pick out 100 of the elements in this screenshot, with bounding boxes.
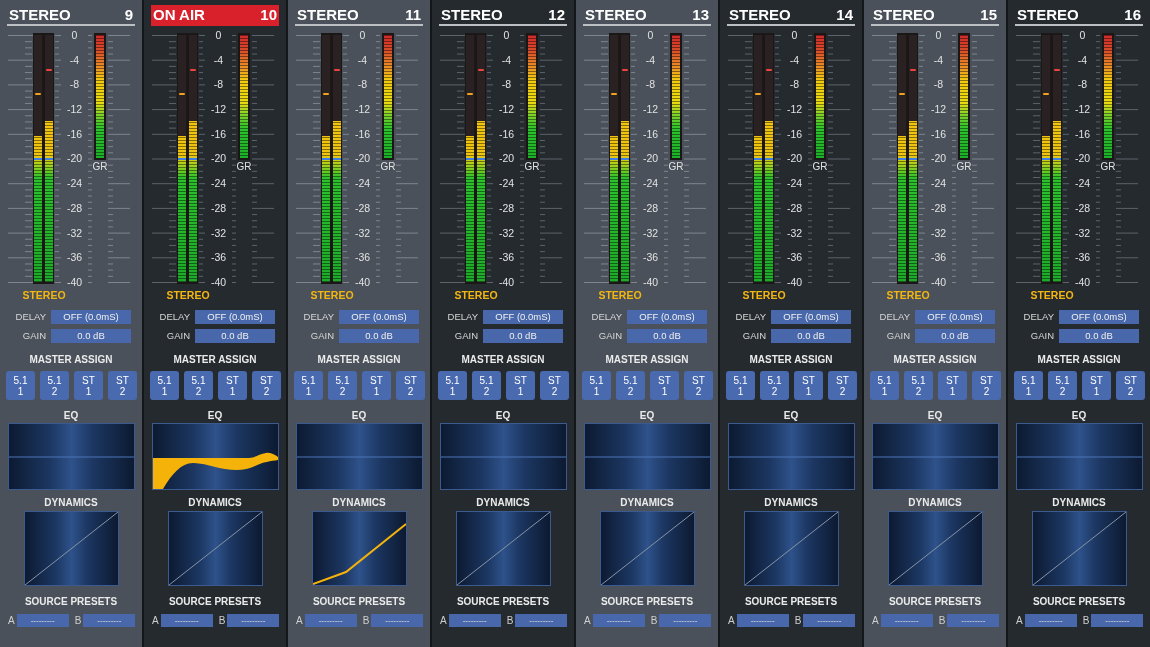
preset-selector[interactable]: --------- <box>227 614 280 627</box>
master-assign-button[interactable]: 5.1 2 <box>904 371 933 400</box>
scale-label: -4 <box>357 53 368 66</box>
master-assign-button[interactable]: 5.1 1 <box>6 371 35 400</box>
delay-label: DELAY <box>159 311 190 323</box>
delay-field[interactable]: OFF (0.0mS) <box>483 310 563 324</box>
preset-label: B <box>218 614 226 627</box>
master-assign-button[interactable]: 5.1 1 <box>870 371 899 400</box>
gain-field[interactable]: 0.0 dB <box>195 329 275 343</box>
delay-field[interactable]: OFF (0.0mS) <box>1059 310 1139 324</box>
delay-field[interactable]: OFF (0.0mS) <box>339 310 419 324</box>
scale-label: -36 <box>210 251 227 264</box>
master-assign-button[interactable]: ST 1 <box>362 371 391 400</box>
scale-label: 0 <box>1079 29 1086 41</box>
gain-field[interactable]: 0.0 dB <box>1059 329 1139 343</box>
section-heading: DYNAMICS <box>908 497 962 509</box>
master-assign-button[interactable]: ST 2 <box>684 371 713 400</box>
preset-selector[interactable]: --------- <box>160 614 213 627</box>
delay-field[interactable]: OFF (0.0mS) <box>51 310 131 324</box>
preset-selector[interactable]: --------- <box>659 614 712 627</box>
master-assign-button[interactable]: ST 1 <box>794 371 823 400</box>
master-assign-button[interactable]: ST 2 <box>828 371 857 400</box>
gain-label: GAIN <box>598 330 622 342</box>
master-assign-button[interactable]: 5.1 2 <box>1048 371 1077 400</box>
scale-label: -28 <box>1074 201 1091 214</box>
master-assign-button[interactable]: 5.1 2 <box>472 371 501 400</box>
delay-field[interactable]: OFF (0.0mS) <box>195 310 275 324</box>
master-assign-button[interactable]: 5.1 1 <box>150 371 179 400</box>
scale-label: -4 <box>933 53 944 66</box>
preset-selector[interactable]: --------- <box>448 614 501 627</box>
delay-field[interactable]: OFF (0.0mS) <box>627 310 707 324</box>
scale-label: 0 <box>935 29 942 41</box>
master-assign-button[interactable]: 5.1 1 <box>1014 371 1043 400</box>
section-heading: SOURCE PRESETS <box>168 596 262 608</box>
scale-label: -40 <box>354 275 371 288</box>
master-assign-button[interactable]: ST 2 <box>1116 371 1145 400</box>
delay-field[interactable]: OFF (0.0mS) <box>771 310 851 324</box>
preset-selector[interactable]: --------- <box>736 614 789 627</box>
preset-selector[interactable]: --------- <box>592 614 645 627</box>
delay-field[interactable]: OFF (0.0mS) <box>915 310 995 324</box>
gain-field[interactable]: 0.0 dB <box>627 329 707 343</box>
master-assign-button[interactable]: 5.1 1 <box>438 371 467 400</box>
master-assign-button[interactable]: ST 2 <box>540 371 569 400</box>
gain-field[interactable]: 0.0 dB <box>51 329 131 343</box>
section-heading: MASTER ASSIGN <box>461 354 545 366</box>
master-assign-button[interactable]: ST 1 <box>74 371 103 400</box>
scale-label: -20 <box>1074 152 1091 165</box>
scale-label: -16 <box>930 127 947 140</box>
section-heading: EQ <box>63 410 79 422</box>
master-assign-button[interactable]: 5.1 2 <box>328 371 357 400</box>
source-format-label: STEREO <box>22 289 66 301</box>
channel-title: STEREO <box>729 5 791 24</box>
preset-selector[interactable]: --------- <box>83 614 136 627</box>
channel-number: 12 <box>548 5 565 24</box>
dynamics-graph[interactable] <box>312 511 407 586</box>
preset-selector[interactable]: --------- <box>371 614 424 627</box>
master-assign-button[interactable]: ST 2 <box>252 371 281 400</box>
section-heading: DYNAMICS <box>188 497 242 509</box>
master-assign-button[interactable]: 5.1 1 <box>294 371 323 400</box>
section-heading: EQ <box>639 410 655 422</box>
delay-label: DELAY <box>447 311 478 323</box>
eq-graph[interactable] <box>152 423 279 490</box>
master-assign-button[interactable]: 5.1 1 <box>582 371 611 400</box>
master-assign-button[interactable]: ST 2 <box>396 371 425 400</box>
scale-label: -24 <box>210 177 227 190</box>
preset-label: B <box>362 614 370 627</box>
preset-selector[interactable]: --------- <box>947 614 1000 627</box>
preset-selector[interactable]: --------- <box>515 614 568 627</box>
master-assign-button[interactable]: 5.1 2 <box>184 371 213 400</box>
delay-label: DELAY <box>879 311 910 323</box>
scale-label: -4 <box>789 53 800 66</box>
gain-field[interactable]: 0.0 dB <box>483 329 563 343</box>
master-assign-button[interactable]: ST 1 <box>218 371 247 400</box>
scale-label: -24 <box>642 177 659 190</box>
preset-label: B <box>794 614 802 627</box>
master-assign-button[interactable]: ST 1 <box>938 371 967 400</box>
scale-label: -32 <box>930 226 947 239</box>
gain-field[interactable]: 0.0 dB <box>339 329 419 343</box>
scale-label: -36 <box>1074 251 1091 264</box>
master-assign-button[interactable]: 5.1 2 <box>616 371 645 400</box>
section-heading: MASTER ASSIGN <box>893 354 977 366</box>
master-assign-button[interactable]: ST 1 <box>506 371 535 400</box>
gain-field[interactable]: 0.0 dB <box>771 329 851 343</box>
master-assign-button[interactable]: 5.1 1 <box>726 371 755 400</box>
master-assign-button[interactable]: ST 2 <box>108 371 137 400</box>
delay-label: DELAY <box>1023 311 1054 323</box>
master-assign-button[interactable]: 5.1 2 <box>40 371 69 400</box>
scale-label: -24 <box>930 177 947 190</box>
preset-selector[interactable]: --------- <box>304 614 357 627</box>
preset-selector[interactable]: --------- <box>803 614 856 627</box>
preset-selector[interactable]: --------- <box>16 614 69 627</box>
gain-field[interactable]: 0.0 dB <box>915 329 995 343</box>
master-assign-button[interactable]: 5.1 2 <box>760 371 789 400</box>
preset-selector[interactable]: --------- <box>1024 614 1077 627</box>
master-assign-button[interactable]: ST 1 <box>650 371 679 400</box>
gain-label: GAIN <box>886 330 910 342</box>
master-assign-button[interactable]: ST 2 <box>972 371 1001 400</box>
preset-selector[interactable]: --------- <box>1091 614 1144 627</box>
preset-selector[interactable]: --------- <box>880 614 933 627</box>
master-assign-button[interactable]: ST 1 <box>1082 371 1111 400</box>
